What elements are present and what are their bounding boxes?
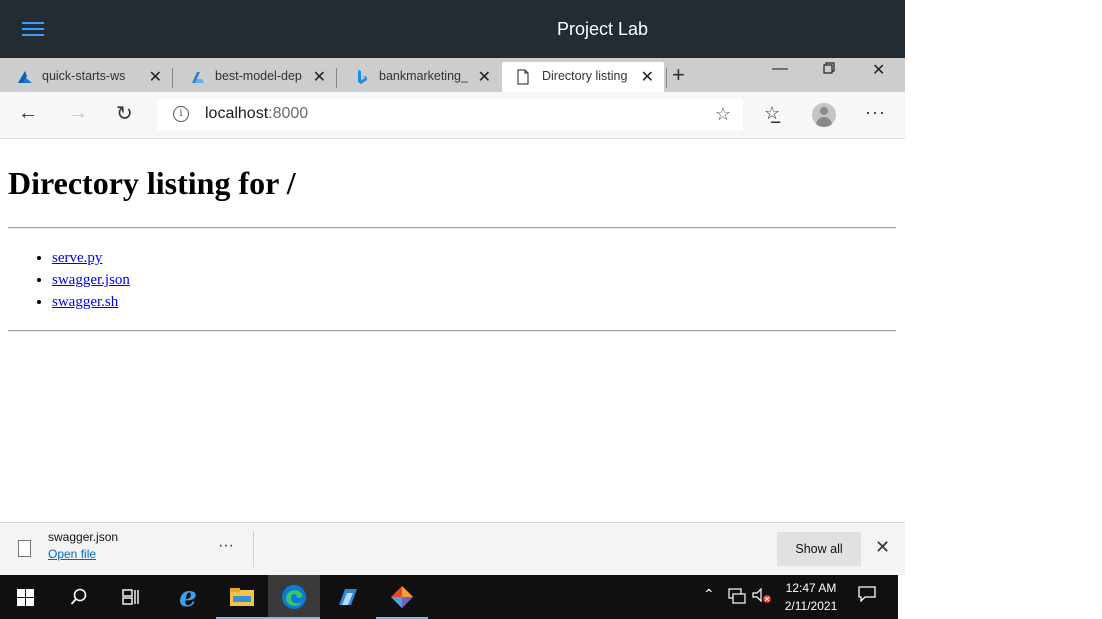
taskbar-internet-explorer[interactable]: e: [162, 575, 214, 619]
divider: [8, 330, 896, 332]
page-icon: [517, 69, 529, 85]
show-all-button[interactable]: Show all: [777, 532, 861, 566]
tab-quick-starts[interactable]: quick-starts-ws ✕: [0, 62, 172, 92]
download-filename: swagger.json: [48, 530, 119, 544]
file-link-swagger-sh[interactable]: swagger.sh: [52, 294, 118, 310]
windows-logo-icon: [17, 589, 34, 606]
profile-avatar[interactable]: [812, 103, 836, 127]
azure-ml-icon: [192, 72, 204, 83]
tab-best-model[interactable]: best-model-dep ✕: [173, 62, 336, 92]
list-item: swagger.json: [52, 269, 130, 291]
clock-time: 12:47 AM: [785, 581, 837, 595]
file-list: serve.py swagger.json swagger.sh: [32, 247, 130, 313]
action-center-icon[interactable]: [858, 586, 876, 602]
file-explorer-icon: [230, 588, 254, 606]
remote-desktop-viewport: Project Lab quick-starts-ws ✕ best-model…: [0, 0, 905, 619]
download-more-icon[interactable]: ···: [218, 537, 234, 555]
task-view-button[interactable]: [106, 575, 158, 619]
file-link-swagger-json[interactable]: swagger.json: [52, 272, 130, 288]
git-icon: [391, 586, 413, 608]
search-button[interactable]: [54, 575, 106, 619]
back-arrow-icon[interactable]: ←: [18, 102, 38, 125]
file-link-serve-py[interactable]: serve.py: [52, 250, 102, 266]
clock-date: 2/11/2021: [784, 599, 838, 613]
system-clock[interactable]: 12:47 AM 2/11/2021: [774, 579, 848, 615]
restore-icon[interactable]: [823, 61, 835, 79]
edge-icon: [282, 585, 306, 609]
new-tab-icon[interactable]: +: [672, 62, 685, 88]
taskbar-git[interactable]: [376, 575, 428, 619]
tab-close-icon[interactable]: ✕: [149, 67, 162, 87]
tab-divider: [666, 68, 667, 88]
file-icon: [18, 540, 31, 557]
tab-label: best-model-dep: [215, 69, 302, 83]
azure-icon: [18, 71, 32, 83]
tab-close-icon[interactable]: ✕: [478, 67, 491, 87]
forward-arrow-icon[interactable]: →: [68, 102, 88, 125]
refresh-icon[interactable]: ↻: [116, 101, 133, 126]
browser-tab-strip: quick-starts-ws ✕ best-model-dep ✕ bankm…: [0, 58, 905, 92]
page-content: Directory listing for / serve.py swagger…: [0, 139, 905, 522]
browser-toolbar: ← → ↻ i localhost:8000 ☆ ☆̲ ···: [0, 92, 905, 139]
tab-directory-listing[interactable]: Directory listing ✕: [502, 62, 664, 92]
windows-taskbar: e ⌃ 12:47 AM 2/11/2021: [0, 575, 905, 619]
tab-label: quick-starts-ws: [42, 69, 126, 83]
list-item: serve.py: [52, 247, 130, 269]
minimize-icon[interactable]: —: [772, 60, 788, 78]
tab-close-icon[interactable]: ✕: [641, 67, 654, 87]
open-file-link[interactable]: Open file: [48, 547, 96, 561]
task-view-icon: [122, 589, 139, 605]
lab-title: Project Lab: [556, 19, 649, 39]
start-button[interactable]: [0, 575, 52, 619]
address-url[interactable]: localhost:8000: [205, 105, 308, 123]
show-hidden-icons-icon[interactable]: ⌃: [703, 586, 715, 603]
tab-close-icon[interactable]: ✕: [313, 67, 326, 87]
close-download-bar-icon[interactable]: ✕: [875, 537, 890, 558]
download-bar: swagger.json Open file ··· Show all ✕: [0, 522, 905, 576]
url-host: localhost: [205, 105, 269, 122]
favorites-icon[interactable]: ☆̲: [764, 103, 780, 124]
site-info-icon[interactable]: i: [173, 106, 189, 122]
internet-explorer-icon: e: [179, 580, 197, 613]
volume-muted-icon[interactable]: [752, 588, 772, 604]
tab-label: Directory listing: [542, 69, 628, 83]
address-bar[interactable]: i localhost:8000 ☆: [157, 99, 743, 131]
add-favorite-icon[interactable]: ☆: [715, 104, 731, 125]
network-icon[interactable]: [728, 588, 746, 604]
more-options-icon[interactable]: ···: [865, 102, 886, 123]
lab-header: Project Lab: [0, 0, 905, 58]
taskbar-edge-browser[interactable]: [268, 575, 320, 619]
taskbar-edge: [898, 575, 905, 619]
taskbar-file-explorer[interactable]: [216, 575, 268, 619]
divider: [253, 531, 254, 567]
list-item: swagger.sh: [52, 291, 130, 313]
tab-label: bankmarketing_: [379, 69, 468, 83]
url-port: :8000: [268, 105, 309, 122]
azure-data-studio-icon: [339, 589, 357, 605]
tab-bankmarketing[interactable]: bankmarketing_ ✕: [337, 62, 501, 92]
window-close-icon[interactable]: ✕: [872, 60, 885, 80]
search-icon: [70, 588, 87, 605]
page-heading: Directory listing for /: [8, 165, 296, 201]
divider: [8, 227, 896, 229]
bing-icon: [358, 70, 367, 84]
taskbar-app[interactable]: [322, 575, 374, 619]
